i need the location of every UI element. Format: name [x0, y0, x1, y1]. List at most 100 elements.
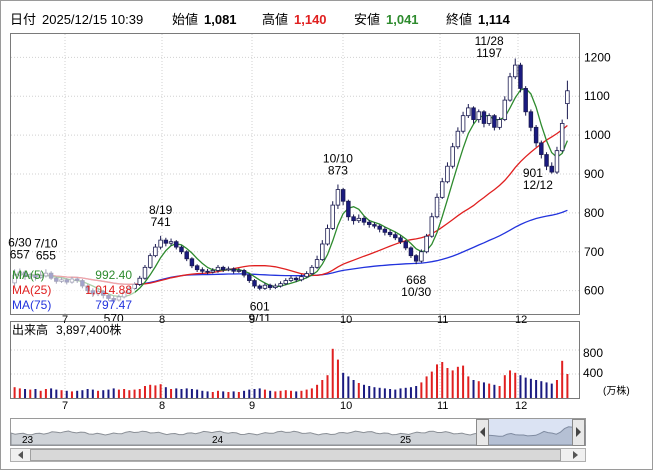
candle-down [481, 111, 487, 124]
candle-down [393, 234, 398, 239]
volume-tick-800: 800 [583, 346, 603, 360]
volume-bar [102, 390, 105, 398]
candle-down [377, 225, 382, 230]
volume-bar [180, 389, 183, 398]
candle-down [523, 88, 528, 113]
volume-bar [117, 389, 120, 398]
volume-bar [368, 386, 371, 398]
candle-up [273, 285, 278, 288]
date-label: 日付 [10, 12, 36, 27]
candle-down [247, 274, 252, 281]
candle-up [466, 107, 471, 117]
volume-bar [39, 390, 42, 398]
candle-down [351, 216, 356, 222]
month-label: 12 [515, 400, 527, 412]
candle-up [554, 150, 560, 173]
volume-bar [143, 386, 146, 398]
volume-bar [279, 390, 282, 398]
volume-bar [409, 387, 412, 398]
candle-down [544, 154, 549, 167]
candle-down [257, 285, 262, 289]
candle-up [450, 146, 455, 167]
scrollbar-thumb[interactable] [30, 449, 561, 461]
navigator-right-handle[interactable] [572, 419, 585, 446]
stock-chart: 日付 2025/12/15 10:39 始値 1,081 高値 1,140 安値… [0, 0, 653, 470]
candle-down [189, 258, 195, 267]
navigator-label-25: 25 [400, 435, 412, 446]
date-value: 2025/12/15 10:39 [42, 12, 143, 27]
candle-down [340, 189, 346, 202]
high-label: 高値 [262, 12, 288, 27]
volume-bar [149, 384, 152, 398]
candle-down [179, 246, 184, 253]
candle-down [518, 64, 523, 89]
volume-bar [112, 388, 115, 398]
annotation-date: 901 [523, 166, 543, 180]
candle-up [455, 130, 461, 148]
candle-up [356, 217, 362, 222]
annotation-value: 10/30 [401, 285, 431, 299]
candle-down [413, 255, 419, 262]
navigator-selection[interactable] [483, 419, 573, 445]
volume-bar [206, 391, 209, 398]
volume-bar [232, 391, 235, 398]
ma75-value: 797.47 [95, 298, 132, 312]
volume-bar [263, 389, 266, 398]
candle-up [142, 266, 148, 279]
volume-bar [222, 391, 225, 398]
candle-up [288, 277, 294, 281]
candle-down [492, 115, 497, 128]
volume-bar [107, 389, 110, 398]
volume-bar [373, 387, 376, 398]
candle-down [366, 221, 372, 225]
candle-up [419, 251, 424, 262]
annotation-date: 601 [250, 299, 270, 313]
month-label: 9 [249, 314, 255, 326]
candle-up [559, 123, 565, 152]
annotation-value: 1197 [476, 46, 502, 60]
volume-bar [185, 388, 188, 398]
candle-up [486, 115, 492, 124]
candle-down [528, 111, 534, 128]
volume-bar [295, 391, 298, 398]
annotation-value: 741 [151, 215, 171, 229]
volume-bar [415, 386, 418, 398]
volume-bar [389, 389, 392, 398]
candle-up [320, 243, 325, 260]
annotation-value: 12/12 [523, 178, 553, 192]
candle-down [174, 241, 179, 248]
navigator-label-24: 24 [212, 435, 224, 446]
ma75-label: MA(75) [12, 298, 51, 312]
candle-up [262, 284, 268, 289]
candle-up [429, 216, 435, 237]
volume-bar [253, 389, 256, 398]
annotation: 11/281197 [475, 34, 504, 60]
range-navigator[interactable]: 23 24 25 [10, 418, 586, 447]
volume-bar [488, 383, 491, 398]
candle-up [158, 239, 163, 248]
volume-bar [55, 389, 58, 398]
volume-bar [216, 390, 219, 398]
volume-bar [446, 368, 449, 398]
volume-bar [154, 385, 157, 398]
volume-bar [363, 384, 366, 398]
volume-bar [196, 389, 199, 398]
candle-down [403, 241, 408, 249]
volume-bar [18, 388, 21, 398]
navigator-scrollbar[interactable] [10, 448, 586, 462]
candle-up [147, 255, 153, 268]
navigator-left-handle[interactable] [476, 419, 489, 446]
volume-bar [430, 371, 433, 398]
volume-label: 出来高 [12, 322, 48, 337]
candle-up [434, 196, 440, 218]
candle-up [565, 90, 570, 105]
month-label: 12 [515, 314, 527, 326]
candle-up [330, 204, 335, 229]
ma5-label: MA(5) [12, 268, 45, 282]
candle-down [252, 280, 257, 287]
y-tick-label: 1000 [584, 128, 611, 142]
close-value: 1,114 [478, 12, 511, 27]
volume-bar [342, 372, 345, 398]
volume-bar [243, 390, 246, 398]
y-tick-label: 1100 [584, 89, 610, 103]
